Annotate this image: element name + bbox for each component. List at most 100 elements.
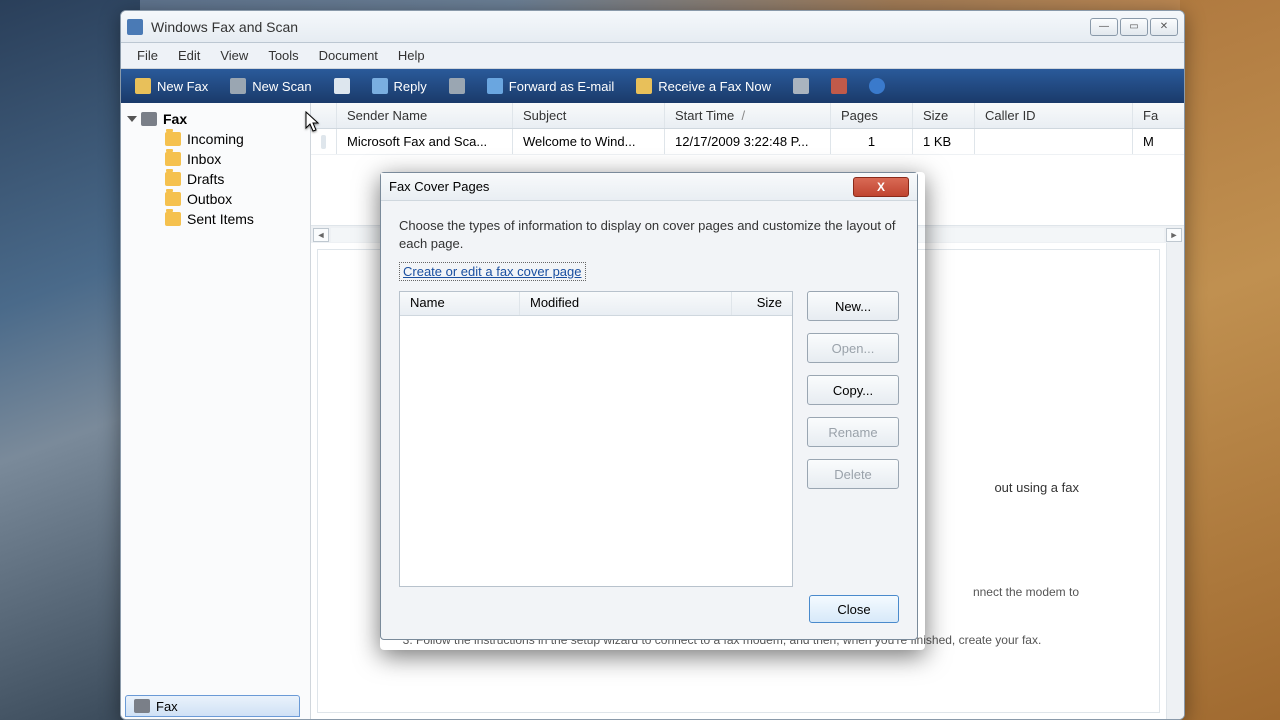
message-icon bbox=[321, 135, 326, 149]
create-edit-cover-page-link[interactable]: Create or edit a fax cover page bbox=[399, 262, 586, 281]
fax-icon bbox=[135, 78, 151, 94]
sidebar-item-label: Sent Items bbox=[187, 211, 254, 227]
maximize-button[interactable]: ▭ bbox=[1120, 18, 1148, 36]
new-scan-label: New Scan bbox=[252, 79, 311, 94]
folder-icon bbox=[165, 212, 181, 226]
col-size[interactable]: Size bbox=[913, 103, 975, 128]
col-subject[interactable]: Subject bbox=[513, 103, 665, 128]
cell-size: 1 KB bbox=[913, 129, 975, 154]
new-cover-page-button[interactable]: New... bbox=[807, 291, 899, 321]
col-size[interactable]: Size bbox=[732, 292, 792, 315]
col-sender[interactable]: Sender Name bbox=[337, 103, 513, 128]
scan-icon bbox=[230, 78, 246, 94]
menu-bar: File Edit View Tools Document Help bbox=[121, 43, 1184, 69]
message-row[interactable]: Microsoft Fax and Sca... Welcome to Wind… bbox=[311, 129, 1184, 155]
mouse-cursor-icon bbox=[305, 111, 321, 133]
forward-icon bbox=[487, 78, 503, 94]
window-close-button[interactable]: ✕ bbox=[1150, 18, 1178, 36]
delete-icon bbox=[831, 78, 847, 94]
delete-tool-button[interactable] bbox=[821, 74, 857, 98]
view-tab-fax[interactable]: Fax bbox=[125, 695, 300, 717]
cell-pages: 1 bbox=[831, 129, 913, 154]
message-list-header: Sender Name Subject Start Time / Pages S… bbox=[311, 103, 1184, 129]
col-name[interactable]: Name bbox=[400, 292, 520, 315]
new-fax-label: New Fax bbox=[157, 79, 208, 94]
receive-fax-button[interactable]: Receive a Fax Now bbox=[626, 74, 781, 98]
sort-indicator: / bbox=[741, 108, 745, 123]
sidebar-item-label: Inbox bbox=[187, 151, 221, 167]
cover-page-list[interactable]: Name Modified Size bbox=[399, 291, 793, 587]
sidebar: Fax Incoming Inbox Drafts Outbox Sent It… bbox=[121, 103, 311, 719]
cell-fa: M bbox=[1133, 129, 1184, 154]
folder-icon bbox=[165, 192, 181, 206]
dialog-close-button[interactable]: X bbox=[853, 177, 909, 197]
menu-file[interactable]: File bbox=[129, 46, 166, 65]
scroll-left-icon[interactable]: ◄ bbox=[313, 228, 329, 242]
mail-tool-button[interactable] bbox=[324, 74, 360, 98]
tree-root-label: Fax bbox=[163, 111, 187, 127]
dialog-title-text: Fax Cover Pages bbox=[389, 179, 489, 194]
menu-view[interactable]: View bbox=[212, 46, 256, 65]
new-fax-button[interactable]: New Fax bbox=[125, 74, 218, 98]
scroll-right-icon[interactable]: ► bbox=[1166, 228, 1182, 242]
preview-vertical-scrollbar[interactable] bbox=[1166, 243, 1184, 719]
forward-email-button[interactable]: Forward as E-mail bbox=[477, 74, 624, 98]
print-icon bbox=[793, 78, 809, 94]
view-tab-label: Fax bbox=[156, 699, 178, 714]
reply-label: Reply bbox=[394, 79, 427, 94]
menu-tools[interactable]: Tools bbox=[260, 46, 306, 65]
col-start-time[interactable]: Start Time / bbox=[665, 103, 831, 128]
forward-label: Forward as E-mail bbox=[509, 79, 614, 94]
fax-device-icon bbox=[141, 112, 157, 126]
cover-page-list-body bbox=[400, 316, 792, 586]
delete-cover-page-button[interactable]: Delete bbox=[807, 459, 899, 489]
col-modified[interactable]: Modified bbox=[520, 292, 732, 315]
reply-button[interactable]: Reply bbox=[362, 74, 437, 98]
fax-device-icon bbox=[134, 699, 150, 713]
menu-edit[interactable]: Edit bbox=[170, 46, 208, 65]
help-icon bbox=[869, 78, 885, 94]
mail-icon bbox=[334, 78, 350, 94]
help-tool-button[interactable] bbox=[859, 74, 895, 98]
col-fa[interactable]: Fa bbox=[1133, 103, 1184, 128]
dialog-description: Choose the types of information to displ… bbox=[399, 217, 899, 252]
folder-icon bbox=[165, 152, 181, 166]
sidebar-item-label: Drafts bbox=[187, 171, 224, 187]
collapse-icon[interactable] bbox=[127, 116, 137, 122]
sidebar-item-incoming[interactable]: Incoming bbox=[125, 129, 306, 149]
sidebar-item-sent[interactable]: Sent Items bbox=[125, 209, 306, 229]
dialog-title-bar: Fax Cover Pages X bbox=[381, 173, 917, 201]
print-tool-button[interactable] bbox=[783, 74, 819, 98]
sidebar-item-label: Incoming bbox=[187, 131, 244, 147]
forward-printer-button[interactable] bbox=[439, 74, 475, 98]
sidebar-item-inbox[interactable]: Inbox bbox=[125, 149, 306, 169]
rename-cover-page-button[interactable]: Rename bbox=[807, 417, 899, 447]
cover-page-list-header: Name Modified Size bbox=[400, 292, 792, 316]
sidebar-item-drafts[interactable]: Drafts bbox=[125, 169, 306, 189]
open-cover-page-button[interactable]: Open... bbox=[807, 333, 899, 363]
col-caller[interactable]: Caller ID bbox=[975, 103, 1133, 128]
app-title: Windows Fax and Scan bbox=[151, 19, 298, 35]
sidebar-item-outbox[interactable]: Outbox bbox=[125, 189, 306, 209]
copy-cover-page-button[interactable]: Copy... bbox=[807, 375, 899, 405]
cell-subject: Welcome to Wind... bbox=[513, 129, 665, 154]
fax-cover-pages-dialog: Fax Cover Pages X Choose the types of in… bbox=[380, 172, 918, 640]
receive-label: Receive a Fax Now bbox=[658, 79, 771, 94]
menu-document[interactable]: Document bbox=[311, 46, 386, 65]
new-scan-button[interactable]: New Scan bbox=[220, 74, 321, 98]
menu-help[interactable]: Help bbox=[390, 46, 433, 65]
col-label: Start Time bbox=[675, 108, 734, 123]
cell-start: 12/17/2009 3:22:48 P... bbox=[665, 129, 831, 154]
col-pages[interactable]: Pages bbox=[831, 103, 913, 128]
close-dialog-button[interactable]: Close bbox=[809, 595, 899, 623]
receive-icon bbox=[636, 78, 652, 94]
printer-icon bbox=[449, 78, 465, 94]
toolbar: New Fax New Scan Reply Forward as E-mail… bbox=[121, 69, 1184, 103]
folder-icon bbox=[165, 172, 181, 186]
title-bar: Windows Fax and Scan — ▭ ✕ bbox=[121, 11, 1184, 43]
folder-icon bbox=[165, 132, 181, 146]
minimize-button[interactable]: — bbox=[1090, 18, 1118, 36]
tree-root-fax[interactable]: Fax bbox=[125, 109, 306, 129]
cell-caller bbox=[975, 129, 1133, 154]
reply-icon bbox=[372, 78, 388, 94]
